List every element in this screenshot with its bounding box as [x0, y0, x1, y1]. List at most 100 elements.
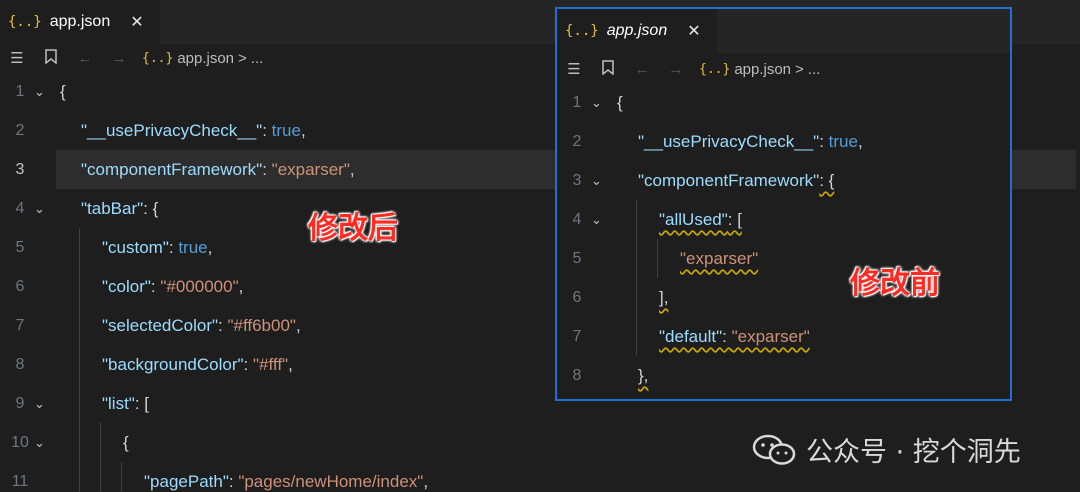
- back-arrow-icon[interactable]: ←: [625, 61, 659, 78]
- breadcrumb-separator: >: [238, 49, 247, 67]
- code-text: "list": [: [102, 384, 149, 423]
- line-number: 3: [15, 161, 25, 178]
- chevron-down-icon[interactable]: ⌄: [591, 200, 602, 239]
- code-line[interactable]: 6],: [557, 278, 1010, 317]
- line-number: 8: [15, 356, 25, 373]
- code-text: "tabBar": {: [81, 189, 158, 228]
- code-token: :: [262, 121, 272, 140]
- breadcrumb-separator: >: [795, 60, 804, 78]
- tab-title: app.json: [49, 13, 111, 30]
- line-number: 6: [15, 278, 25, 295]
- chevron-down-icon[interactable]: ⌄: [34, 423, 45, 462]
- bookmark-icon[interactable]: [34, 48, 68, 68]
- tab-bar: {..} app.json ✕: [557, 9, 1010, 53]
- code-token: true: [178, 238, 208, 257]
- code-token: :: [168, 238, 179, 257]
- code-token: },: [638, 366, 649, 385]
- code-area[interactable]: 1 ⌄{2 "__usePrivacyCheck__": true, 3 ⌄ "compo…: [557, 83, 1010, 399]
- code-token: "componentFramework": [638, 171, 820, 190]
- line-number: 5: [572, 250, 582, 267]
- code-token: ,: [288, 355, 293, 374]
- chevron-down-icon[interactable]: ⌄: [34, 72, 45, 111]
- code-token: "__usePrivacyCheck__": [638, 132, 820, 151]
- code-token: "list": [102, 394, 135, 413]
- code-text: "backgroundColor": "#fff",: [102, 345, 293, 384]
- code-token: ,: [349, 160, 355, 179]
- code-token: "pages/newHome/index": [238, 472, 424, 491]
- tab-app-json[interactable]: {..} app.json ✕: [557, 9, 717, 53]
- line-number: 2: [572, 133, 582, 150]
- code-token: :: [228, 472, 239, 491]
- code-token: : [: [727, 210, 742, 229]
- code-text: "allUsed": [: [659, 200, 742, 239]
- code-token: true: [271, 121, 301, 140]
- code-text: "default": "exparser": [659, 317, 810, 356]
- watermark-text: 公众号 · 挖个洞先: [806, 437, 1021, 468]
- code-line[interactable]: 2 "__usePrivacyCheck__": true,: [557, 122, 1010, 161]
- bookmark-icon[interactable]: [591, 59, 625, 79]
- code-line[interactable]: 3 ⌄ "componentFramework": {: [557, 161, 1010, 200]
- breadcrumb-ellipsis[interactable]: ...: [251, 50, 264, 67]
- code-line[interactable]: 4 ⌄ "allUsed": [: [557, 200, 1010, 239]
- code-token: ,: [423, 472, 429, 491]
- outline-list-icon[interactable]: ☰: [0, 49, 34, 67]
- close-icon[interactable]: ✕: [687, 21, 700, 41]
- code-text: "__usePrivacyCheck__": true,: [638, 122, 863, 161]
- code-token: : [: [134, 394, 150, 413]
- outline-list-icon[interactable]: ☰: [557, 60, 591, 78]
- json-file-icon: {..}: [565, 23, 599, 39]
- breadcrumb-file[interactable]: app.json: [734, 61, 791, 78]
- code-line[interactable]: 1 ⌄{: [557, 83, 1010, 122]
- code-line[interactable]: 7 "default": "exparser": [557, 317, 1010, 356]
- code-token: "custom": [102, 238, 169, 257]
- code-token: :: [722, 327, 732, 346]
- chevron-down-icon[interactable]: ⌄: [591, 161, 602, 200]
- code-token: true: [828, 132, 858, 151]
- breadcrumb-file[interactable]: app.json: [177, 50, 234, 67]
- forward-arrow-icon[interactable]: →: [659, 61, 693, 78]
- chevron-down-icon[interactable]: ⌄: [591, 83, 602, 122]
- code-token: ],: [659, 288, 669, 307]
- code-line[interactable]: 5 "exparser": [557, 239, 1010, 278]
- code-text: "componentFramework": {: [638, 161, 834, 200]
- annotation-before: 修改前: [850, 266, 940, 301]
- code-text: "componentFramework": "exparser",: [81, 150, 355, 189]
- chevron-down-icon[interactable]: ⌄: [34, 189, 45, 228]
- code-token: :: [243, 355, 253, 374]
- line-number: 11: [11, 473, 29, 490]
- code-token: : {: [819, 171, 835, 190]
- code-token: "exparser": [271, 160, 350, 179]
- code-token: ,: [238, 277, 244, 296]
- code-token: "default": [659, 327, 723, 346]
- code-text: "__usePrivacyCheck__": true,: [81, 111, 306, 150]
- code-token: "__usePrivacyCheck__": [81, 121, 263, 140]
- code-token: {: [60, 82, 66, 101]
- code-token: ,: [300, 121, 306, 140]
- code-token: : {: [143, 199, 159, 218]
- code-token: "componentFramework": [81, 160, 263, 179]
- code-line[interactable]: 8},: [557, 356, 1010, 395]
- json-file-icon: {..}: [142, 50, 174, 66]
- code-text: {: [60, 72, 66, 111]
- breadcrumb-ellipsis[interactable]: ...: [808, 61, 821, 78]
- code-token: "tabBar": [81, 199, 144, 218]
- code-token: ,: [295, 316, 301, 335]
- tab-app-json[interactable]: {..} app.json ✕: [0, 0, 160, 44]
- code-text: "exparser": [680, 239, 758, 278]
- code-text: {: [123, 423, 129, 462]
- wechat-icon: [752, 434, 796, 465]
- json-file-icon: {..}: [699, 61, 731, 77]
- forward-arrow-icon[interactable]: →: [102, 50, 136, 67]
- code-text: {: [617, 83, 623, 122]
- code-token: "exparser": [731, 327, 810, 346]
- code-token: ,: [207, 238, 213, 257]
- back-arrow-icon[interactable]: ←: [68, 50, 102, 67]
- code-text: "pagePath": "pages/newHome/index",: [144, 462, 428, 492]
- code-token: "backgroundColor": [102, 355, 244, 374]
- code-text: "custom": true,: [102, 228, 212, 267]
- chevron-down-icon[interactable]: ⌄: [34, 384, 45, 423]
- breadcrumb: ☰ ← → {..} app.json > ...: [557, 55, 1010, 83]
- close-icon[interactable]: ✕: [130, 12, 143, 32]
- code-token: :: [819, 132, 829, 151]
- code-token: {: [617, 93, 623, 112]
